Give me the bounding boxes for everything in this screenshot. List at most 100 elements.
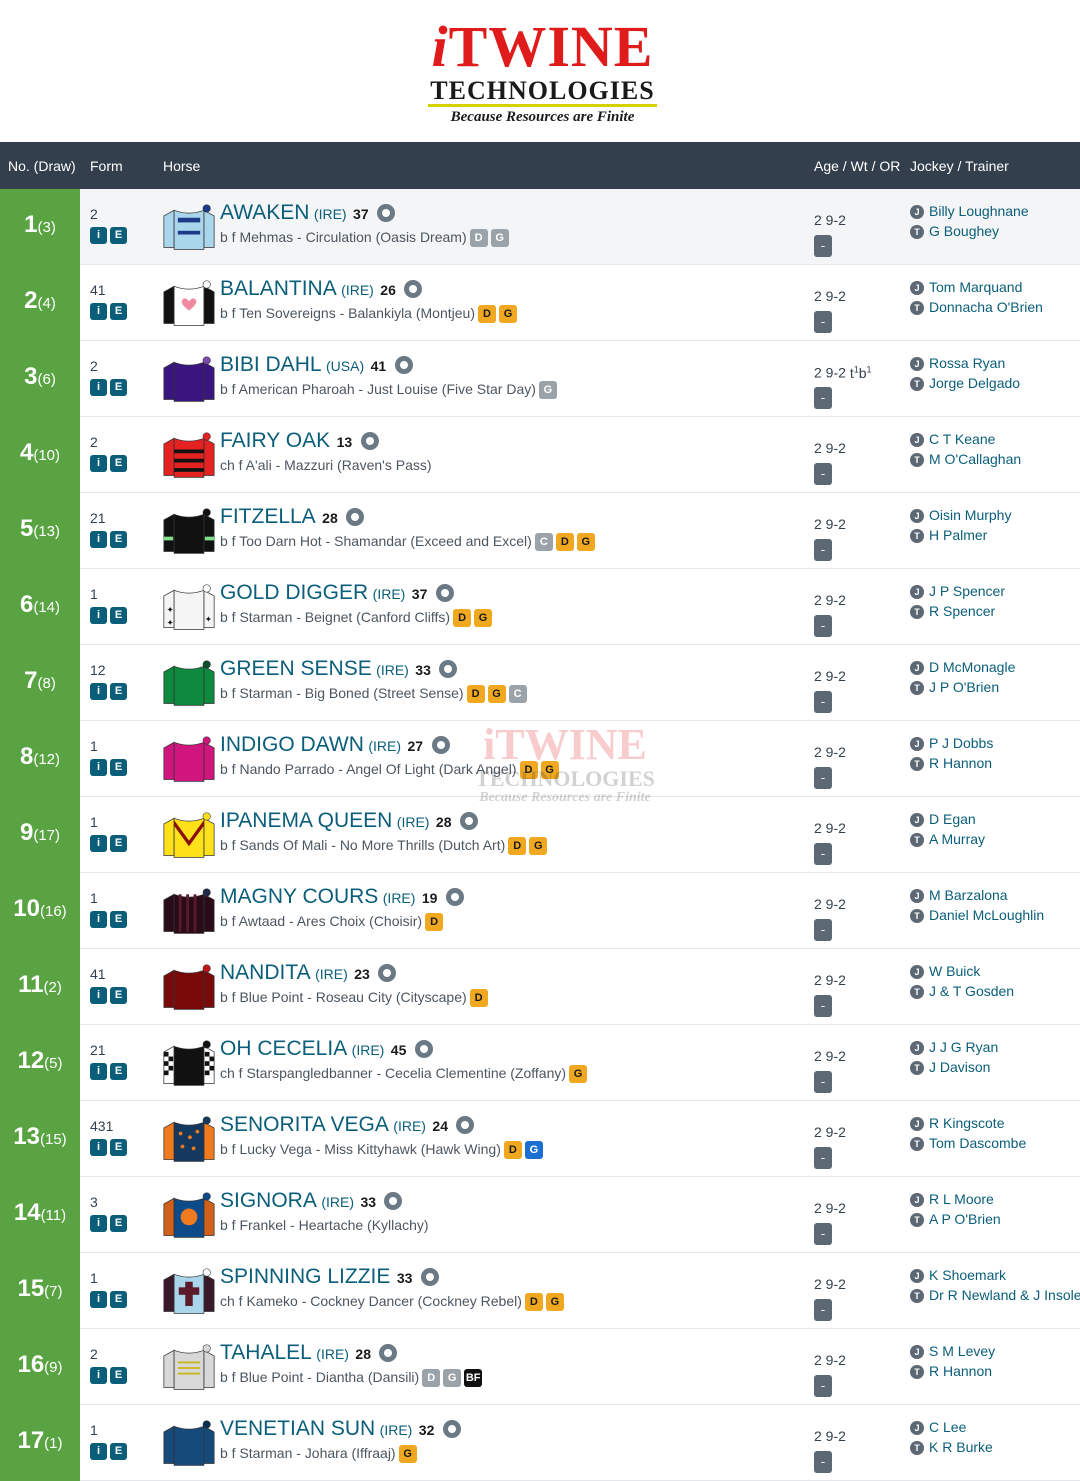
info-e-button[interactable]: E [110,911,127,928]
tracker-eye-icon[interactable] [439,660,458,678]
trainer-link[interactable]: T Jorge Delgado [910,375,1020,391]
horse-name-link[interactable]: GREEN SENSE (IRE) 33 [220,657,458,681]
trainer-link[interactable]: T J P O'Brien [910,679,999,695]
jockey-link[interactable]: J P J Dobbs [910,735,993,751]
jockey-link[interactable]: J Billy Loughnane [910,203,1029,219]
horse-name-link[interactable]: VENETIAN SUN (IRE) 32 [220,1417,461,1441]
info-e-button[interactable]: E [110,1215,127,1232]
info-e-button[interactable]: E [110,227,127,244]
info-i-button[interactable]: i [90,683,107,700]
info-e-button[interactable]: E [110,1291,127,1308]
info-i-button[interactable]: i [90,1291,107,1308]
horse-name-link[interactable]: INDIGO DAWN (IRE) 27 [220,733,450,757]
jockey-link[interactable]: J W Buick [910,963,980,979]
jockey-link[interactable]: J R L Moore [910,1191,994,1207]
tracker-eye-icon[interactable] [377,204,396,222]
info-e-button[interactable]: E [110,835,127,852]
trainer-link[interactable]: T J & T Gosden [910,983,1014,999]
trainer-link[interactable]: T R Hannon [910,755,992,771]
info-i-button[interactable]: i [90,607,107,624]
jockey-link[interactable]: J Oisin Murphy [910,507,1011,523]
jockey-link[interactable]: J M Barzalona [910,887,1008,903]
jockey-link[interactable]: J J P Spencer [910,583,1005,599]
tracker-eye-icon[interactable] [379,1344,398,1362]
info-e-button[interactable]: E [110,987,127,1004]
info-i-button[interactable]: i [90,835,107,852]
tracker-eye-icon[interactable] [445,888,464,906]
info-i-button[interactable]: i [90,987,107,1004]
info-i-button[interactable]: i [90,759,107,776]
tracker-eye-icon[interactable] [420,1268,439,1286]
info-e-button[interactable]: E [110,1367,127,1384]
info-e-button[interactable]: E [110,607,127,624]
horse-name-link[interactable]: OH CECELIA (IRE) 45 [220,1037,433,1061]
trainer-link[interactable]: T K R Burke [910,1439,993,1455]
jockey-link[interactable]: J Tom Marquand [910,279,1022,295]
info-e-button[interactable]: E [110,683,127,700]
horse-name-link[interactable]: FITZELLA 28 [220,505,365,529]
info-i-button[interactable]: i [90,911,107,928]
tracker-eye-icon[interactable] [414,1040,433,1058]
tracker-eye-icon[interactable] [435,584,454,602]
info-i-button[interactable]: i [90,1063,107,1080]
trainer-link[interactable]: T R Hannon [910,1363,992,1379]
horse-name-link[interactable]: SIGNORA (IRE) 33 [220,1189,403,1213]
trainer-link[interactable]: T Tom Dascombe [910,1135,1026,1151]
horse-name-link[interactable]: SENORITA VEGA (IRE) 24 [220,1113,475,1137]
jockey-link[interactable]: J C T Keane [910,431,995,447]
jockey-link[interactable]: J D Egan [910,811,976,827]
tracker-eye-icon[interactable] [404,280,423,298]
info-e-button[interactable]: E [110,1443,127,1460]
tracker-eye-icon[interactable] [360,432,379,450]
info-e-button[interactable]: E [110,1139,127,1156]
info-e-button[interactable]: E [110,1063,127,1080]
jockey-link[interactable]: J R Kingscote [910,1115,1004,1131]
trainer-link[interactable]: T Donnacha O'Brien [910,299,1043,315]
info-e-button[interactable]: E [110,379,127,396]
horse-name-link[interactable]: GOLD DIGGER (IRE) 37 [220,581,454,605]
horse-name-link[interactable]: AWAKEN (IRE) 37 [220,201,396,225]
jockey-link[interactable]: J D McMonagle [910,659,1015,675]
trainer-link[interactable]: T A Murray [910,831,985,847]
jockey-link[interactable]: J J J G Ryan [910,1039,998,1055]
horse-name-link[interactable]: IPANEMA QUEEN (IRE) 28 [220,809,478,833]
trainer-link[interactable]: T J Davison [910,1059,990,1075]
tracker-eye-icon[interactable] [394,356,413,374]
horse-name-link[interactable]: BALANTINA (IRE) 26 [220,277,423,301]
trainer-link[interactable]: T M O'Callaghan [910,451,1021,467]
jockey-link[interactable]: J K Shoemark [910,1267,1006,1283]
horse-name-link[interactable]: BIBI DAHL (USA) 41 [220,353,413,377]
info-i-button[interactable]: i [90,1139,107,1156]
horse-name-link[interactable]: FAIRY OAK 13 [220,429,379,453]
tracker-eye-icon[interactable] [459,812,478,830]
jockey-link[interactable]: J C Lee [910,1419,966,1435]
info-i-button[interactable]: i [90,1215,107,1232]
trainer-link[interactable]: T G Boughey [910,223,999,239]
info-i-button[interactable]: i [90,303,107,320]
info-e-button[interactable]: E [110,303,127,320]
tracker-eye-icon[interactable] [456,1116,475,1134]
jockey-link[interactable]: J S M Levey [910,1343,995,1359]
info-e-button[interactable]: E [110,531,127,548]
trainer-link[interactable]: T A P O'Brien [910,1211,1001,1227]
jockey-link[interactable]: J Rossa Ryan [910,355,1005,371]
info-i-button[interactable]: i [90,1443,107,1460]
horse-name-link[interactable]: TAHALEL (IRE) 28 [220,1341,398,1365]
info-i-button[interactable]: i [90,379,107,396]
trainer-link[interactable]: T Daniel McLoughlin [910,907,1044,923]
trainer-link[interactable]: T Dr R Newland & J Insole [910,1287,1080,1303]
horse-name-link[interactable]: NANDITA (IRE) 23 [220,961,397,985]
horse-name-link[interactable]: MAGNY COURS (IRE) 19 [220,885,464,909]
horse-name-link[interactable]: SPINNING LIZZIE 33 [220,1265,439,1289]
tracker-eye-icon[interactable] [378,964,397,982]
info-i-button[interactable]: i [90,1367,107,1384]
info-i-button[interactable]: i [90,227,107,244]
tracker-eye-icon[interactable] [346,508,365,526]
tracker-eye-icon[interactable] [384,1192,403,1210]
trainer-link[interactable]: T H Palmer [910,527,987,543]
tracker-eye-icon[interactable] [442,1420,461,1438]
info-i-button[interactable]: i [90,531,107,548]
info-e-button[interactable]: E [110,455,127,472]
info-e-button[interactable]: E [110,759,127,776]
tracker-eye-icon[interactable] [431,736,450,754]
